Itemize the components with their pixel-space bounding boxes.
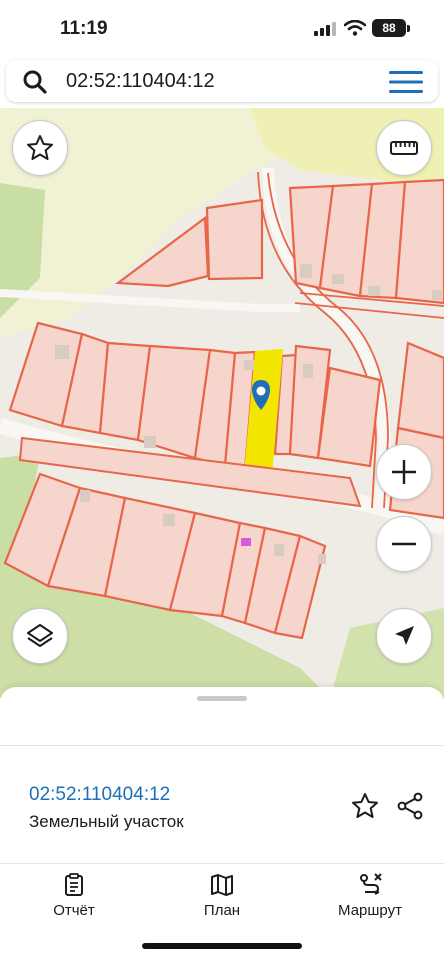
status-bar: 11:19 88 xyxy=(0,0,444,58)
my-location-button[interactable] xyxy=(376,608,432,664)
bottom-sheet[interactable]: 02:52:110404:12 Земельный участок Отчёт … xyxy=(0,687,444,960)
sheet-grabber[interactable] xyxy=(197,696,247,701)
map-icon xyxy=(211,874,233,896)
layers-icon xyxy=(27,624,53,647)
plus-icon xyxy=(392,460,416,484)
hamburger-menu-icon[interactable] xyxy=(389,70,423,94)
ruler-icon xyxy=(390,141,418,155)
signal-icon xyxy=(314,22,336,36)
map-view[interactable] xyxy=(0,108,444,698)
tab-plan-label: План xyxy=(203,902,241,919)
battery-tip xyxy=(407,25,410,32)
tab-report-label: Отчёт xyxy=(53,902,95,919)
tab-route-label: Маршрут xyxy=(338,902,402,919)
favorites-button[interactable] xyxy=(12,120,68,176)
ruler-button[interactable] xyxy=(376,120,432,176)
star-icon xyxy=(27,135,53,160)
battery-icon: 88 xyxy=(372,19,406,37)
layers-button[interactable] xyxy=(12,608,68,664)
object-type-label: Земельный участок xyxy=(29,812,184,831)
clipboard-icon xyxy=(65,873,83,896)
cadastral-number[interactable]: 02:52:110404:12 xyxy=(29,784,170,806)
zoom-out-button[interactable] xyxy=(376,516,432,572)
wifi-icon xyxy=(344,20,366,36)
tab-report[interactable]: Отчёт xyxy=(19,872,129,919)
navigation-arrow-icon xyxy=(395,626,414,645)
tab-route[interactable]: Маршрут xyxy=(315,872,425,919)
tab-plan[interactable]: План xyxy=(167,872,277,919)
divider xyxy=(0,863,444,864)
status-time: 11:19 xyxy=(60,18,108,39)
search-input[interactable] xyxy=(66,70,366,93)
zoom-in-button[interactable] xyxy=(376,444,432,500)
minus-icon xyxy=(392,542,416,546)
cadastral-map[interactable] xyxy=(0,108,444,698)
share-icon[interactable] xyxy=(395,791,425,821)
home-indicator xyxy=(142,943,302,949)
divider xyxy=(0,745,444,746)
search-bar[interactable] xyxy=(6,60,438,102)
search-icon[interactable] xyxy=(22,69,48,95)
route-icon xyxy=(360,873,382,895)
star-icon[interactable] xyxy=(350,791,380,821)
